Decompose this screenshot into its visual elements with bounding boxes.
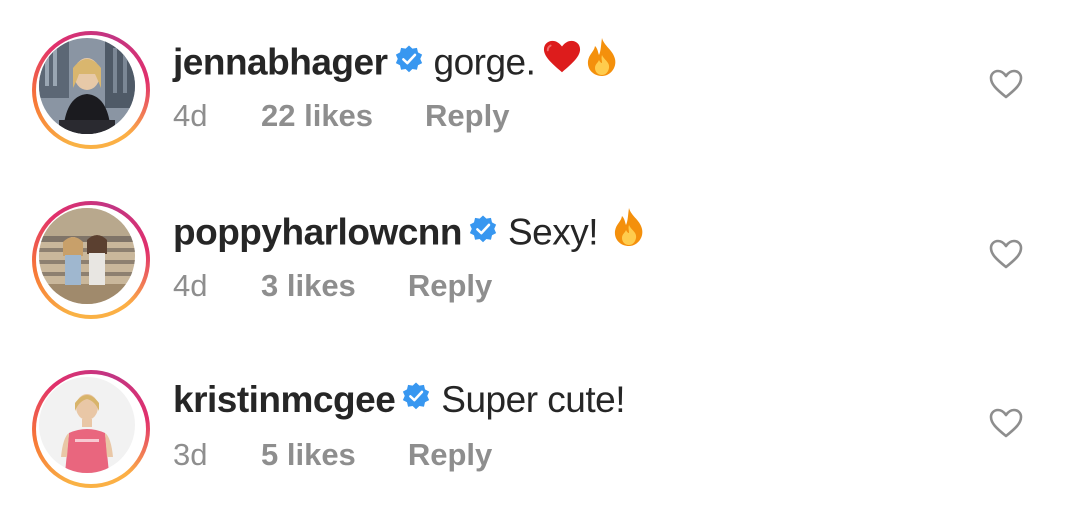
verified-badge-icon (394, 41, 424, 83)
comment-text: gorge. (433, 41, 536, 83)
fire-emoji-icon (585, 37, 619, 86)
avatar-story-ring[interactable] (32, 201, 150, 319)
comment-age: 4d (173, 98, 208, 133)
avatar-image (39, 38, 135, 134)
comment-age: 3d (173, 437, 208, 472)
avatar (39, 377, 135, 473)
username-link[interactable]: jennabhager (173, 41, 388, 82)
comment-header: jennabhager gorge. (173, 37, 619, 89)
username-link[interactable]: kristinmcgee (173, 379, 396, 420)
verified-badge-icon (401, 378, 431, 420)
comment-header: kristinmcgee Super cute! (173, 378, 626, 423)
reply-button[interactable]: Reply (408, 437, 492, 473)
likes-count-link[interactable]: 22 likes (261, 98, 373, 134)
avatar-image (39, 377, 135, 473)
comment-meta: 4d 3 likes Reply (173, 268, 492, 304)
likes-count-link[interactable]: 3 likes (261, 268, 356, 304)
avatar-story-ring[interactable] (32, 31, 150, 149)
comment-item: poppyharlowcnn Sexy! 4d 3 likes Reply (0, 170, 1080, 319)
avatar-story-ring[interactable] (32, 370, 150, 488)
comment-text: Super cute! (441, 379, 626, 420)
comment-age: 4d (173, 268, 208, 303)
heart-outline-icon[interactable] (989, 239, 1023, 274)
heart-outline-icon[interactable] (989, 69, 1023, 104)
comment-meta: 4d 22 likes Reply (173, 98, 509, 134)
red-heart-emoji-icon (543, 39, 581, 84)
avatar (39, 208, 135, 304)
comment-item: kristinmcgee Super cute! 3d 5 likes Reply (0, 339, 1080, 488)
comment-header: poppyharlowcnn Sexy! (173, 207, 646, 259)
reply-button[interactable]: Reply (408, 268, 492, 304)
verified-badge-icon (468, 211, 498, 253)
comment-text: Sexy! (508, 211, 599, 253)
likes-count-link[interactable]: 5 likes (261, 437, 356, 473)
username-link[interactable]: poppyharlowcnn (173, 211, 463, 252)
heart-outline-icon[interactable] (989, 408, 1023, 443)
comment-item: jennabhager gorge. 4d 22 likes Reply (0, 0, 1080, 149)
avatar-image (39, 208, 135, 304)
comment-meta: 3d 5 likes Reply (173, 437, 492, 473)
avatar (39, 38, 135, 134)
reply-button[interactable]: Reply (425, 98, 509, 134)
fire-emoji-icon (612, 207, 646, 256)
